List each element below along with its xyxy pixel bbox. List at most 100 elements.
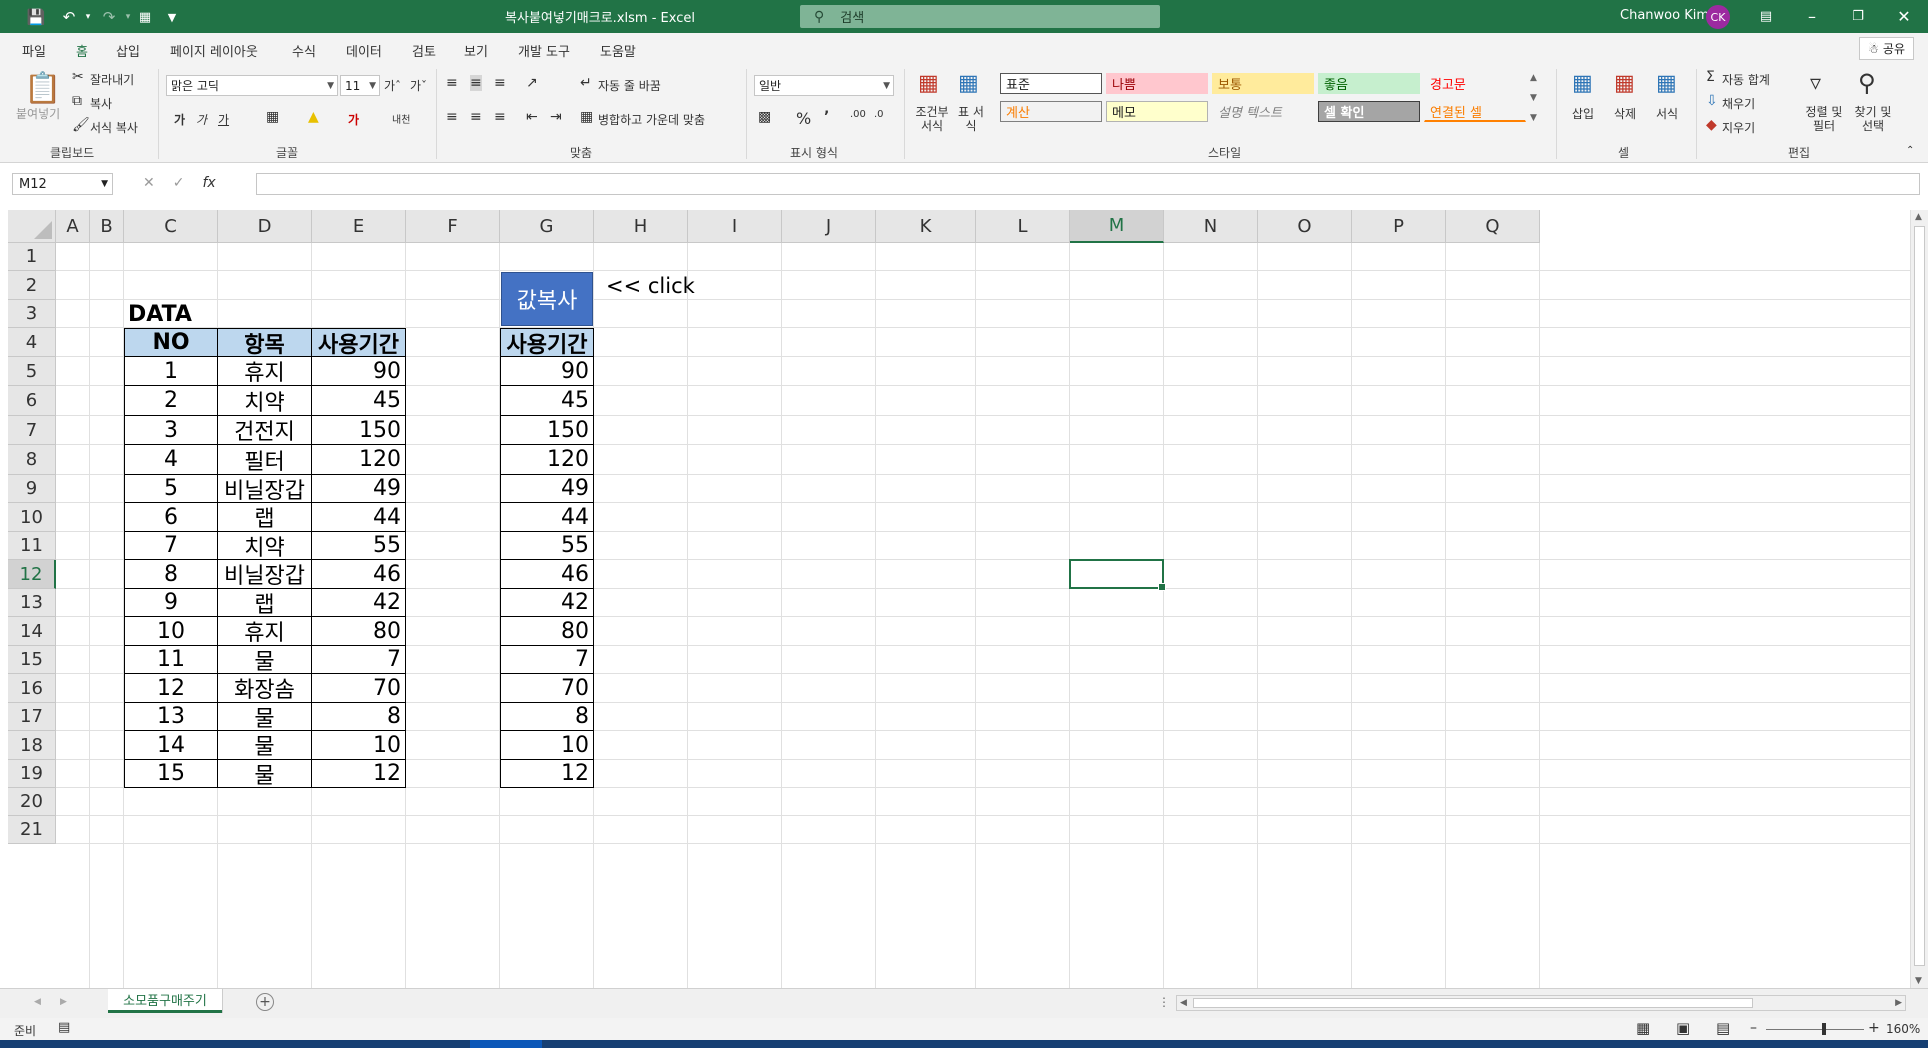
copied-value-cell[interactable]: 7 <box>500 646 594 674</box>
zoom-level[interactable]: 160% <box>1886 1022 1920 1036</box>
row-header-15[interactable]: 15 <box>8 646 56 674</box>
tab-developer[interactable]: 개발 도구 <box>518 41 570 60</box>
italic-button[interactable]: 가 <box>196 111 207 128</box>
decrease-decimal-icon[interactable]: .0 <box>874 109 884 120</box>
sort-filter-button[interactable]: 정렬 및 필터 <box>1804 105 1844 133</box>
page-break-view-icon[interactable]: ▤ <box>1716 1019 1730 1037</box>
customize-qat-icon[interactable]: ▼ <box>162 6 182 28</box>
table-cell[interactable]: 휴지 <box>218 357 312 386</box>
fill-icon[interactable]: ⇩ <box>1706 93 1718 109</box>
column-header-p[interactable]: P <box>1352 210 1446 243</box>
undo-dropdown-icon[interactable]: ▾ <box>82 6 94 28</box>
format-painter-button[interactable]: 서식 복사 <box>90 119 138 136</box>
row-header-10[interactable]: 10 <box>8 503 56 532</box>
table-cell[interactable]: 물 <box>218 703 312 732</box>
row-header-2[interactable]: 2 <box>8 271 56 300</box>
table-cell[interactable]: 150 <box>312 416 406 445</box>
table-header-cell[interactable]: NO <box>124 328 218 357</box>
tab-insert[interactable]: 삽입 <box>116 41 140 60</box>
insert-function-icon[interactable]: fx <box>202 175 215 191</box>
table-cell[interactable]: 13 <box>124 703 218 731</box>
column-header-n[interactable]: N <box>1164 210 1258 243</box>
copied-value-cell[interactable]: 8 <box>500 703 594 731</box>
table-cell[interactable]: 70 <box>312 674 406 703</box>
column-header-q[interactable]: Q <box>1446 210 1540 243</box>
table-cell[interactable]: 물 <box>218 760 312 789</box>
table-cell[interactable]: 치약 <box>218 532 312 561</box>
styles-more-icon[interactable]: ▼ <box>1530 113 1537 123</box>
prev-sheet-icon[interactable]: ◀ <box>34 997 41 1007</box>
row-header-7[interactable]: 7 <box>8 416 56 445</box>
delete-cells-button[interactable]: 삭제 <box>1614 105 1636 122</box>
borders-icon[interactable]: ▦ <box>266 109 279 125</box>
table-cell[interactable]: 45 <box>312 386 406 416</box>
number-format-select[interactable]: 일반 ▼ <box>754 75 894 96</box>
scroll-right-icon[interactable]: ▶ <box>1895 998 1902 1008</box>
table-cell[interactable]: 치약 <box>218 386 312 416</box>
tab-data[interactable]: 데이터 <box>346 41 382 60</box>
active-cell-selection[interactable] <box>1069 559 1166 591</box>
align-right-icon[interactable]: ≡ <box>494 109 506 125</box>
avatar[interactable]: CK <box>1706 5 1730 29</box>
table-cell[interactable]: 5 <box>124 475 218 503</box>
ribbon-display-icon[interactable]: ▤ <box>1746 5 1786 27</box>
table-cell[interactable]: 46 <box>312 560 406 589</box>
table-cell[interactable]: 휴지 <box>218 617 312 646</box>
insert-cells-icon[interactable]: ▦ <box>1572 71 1593 96</box>
wrap-text-button[interactable]: 자동 줄 바꿈 <box>598 77 661 94</box>
table-cell[interactable]: 15 <box>124 760 218 788</box>
clear-button[interactable]: 지우기 <box>1722 119 1755 136</box>
table-cell[interactable]: 랩 <box>218 589 312 618</box>
scroll-left-icon[interactable]: ◀ <box>1180 998 1187 1008</box>
grow-font-icon[interactable]: 가ˆ <box>384 77 401 94</box>
conditional-formatting-button[interactable]: 조건부 서식 <box>912 105 952 133</box>
table-cell[interactable]: 건전지 <box>218 416 312 445</box>
table-header-cell[interactable]: 항목 <box>218 328 312 358</box>
clear-icon[interactable]: ◆ <box>1706 117 1717 133</box>
table-cell[interactable]: 비닐장갑 <box>218 475 312 504</box>
user-name[interactable]: Chanwoo Kim <box>1620 8 1709 23</box>
table-cell[interactable]: 물 <box>218 731 312 760</box>
vertical-scrollbar[interactable]: ▲ ▼ <box>1910 210 1928 988</box>
spreadsheet-grid[interactable]: A B C D E F G H I J K L M N O P Q 1 2 3 4 5 6 7 8 9 10 11 12 13 14 15 16… <box>8 210 1910 988</box>
redo-dropdown-icon[interactable]: ▾ <box>122 6 134 28</box>
row-header-6[interactable]: 6 <box>8 386 56 416</box>
style-good[interactable]: 좋음 <box>1318 73 1420 94</box>
table-cell[interactable]: 4 <box>124 445 218 475</box>
sheet-tab-active[interactable]: 소모품구매주기 <box>108 989 222 1013</box>
macro-record-icon[interactable]: ▤ <box>58 1020 70 1035</box>
row-header-5[interactable]: 5 <box>8 357 56 386</box>
sort-filter-icon[interactable]: ▿ <box>1810 71 1821 96</box>
autosum-button[interactable]: 자동 합계 <box>1722 71 1770 88</box>
column-header-e[interactable]: E <box>312 210 406 243</box>
orientation-icon[interactable]: ↗ <box>526 75 538 91</box>
table-cell[interactable]: 8 <box>312 703 406 731</box>
scroll-up-icon[interactable]: ▲ <box>1915 212 1922 222</box>
style-note[interactable]: 메모 <box>1106 101 1208 122</box>
column-header-m[interactable]: M <box>1070 210 1164 243</box>
styles-scroll-down-icon[interactable]: ▼ <box>1530 93 1537 103</box>
copied-value-cell[interactable]: 44 <box>500 503 594 532</box>
row-header-18[interactable]: 18 <box>8 731 56 760</box>
table-cell[interactable]: 6 <box>124 503 218 532</box>
conditional-formatting-icon[interactable]: ▦ <box>918 71 939 96</box>
formula-input[interactable] <box>256 173 1920 195</box>
row-header-4[interactable]: 4 <box>8 328 56 357</box>
row-header-14[interactable]: 14 <box>8 617 56 646</box>
copied-value-cell[interactable]: 45 <box>500 386 594 416</box>
copy-button[interactable]: 복사 <box>90 95 112 112</box>
format-as-table-icon[interactable]: ▦ <box>958 71 979 96</box>
column-header-a[interactable]: A <box>56 210 90 243</box>
row-header-16[interactable]: 16 <box>8 674 56 703</box>
column-header-b[interactable]: B <box>90 210 124 243</box>
autosum-icon[interactable]: Σ <box>1706 69 1715 85</box>
font-name-select[interactable]: 맑은 고딕 ▼ <box>166 75 338 96</box>
column-header-l[interactable]: L <box>976 210 1070 243</box>
next-sheet-icon[interactable]: ▶ <box>60 997 67 1007</box>
select-all-button[interactable] <box>8 210 56 243</box>
taskbar-app[interactable] <box>470 1040 542 1048</box>
row-header-9[interactable]: 9 <box>8 475 56 503</box>
table-cell[interactable]: 9 <box>124 589 218 617</box>
align-top-icon[interactable]: ≡ <box>446 75 458 91</box>
copied-value-cell[interactable]: 55 <box>500 532 594 560</box>
